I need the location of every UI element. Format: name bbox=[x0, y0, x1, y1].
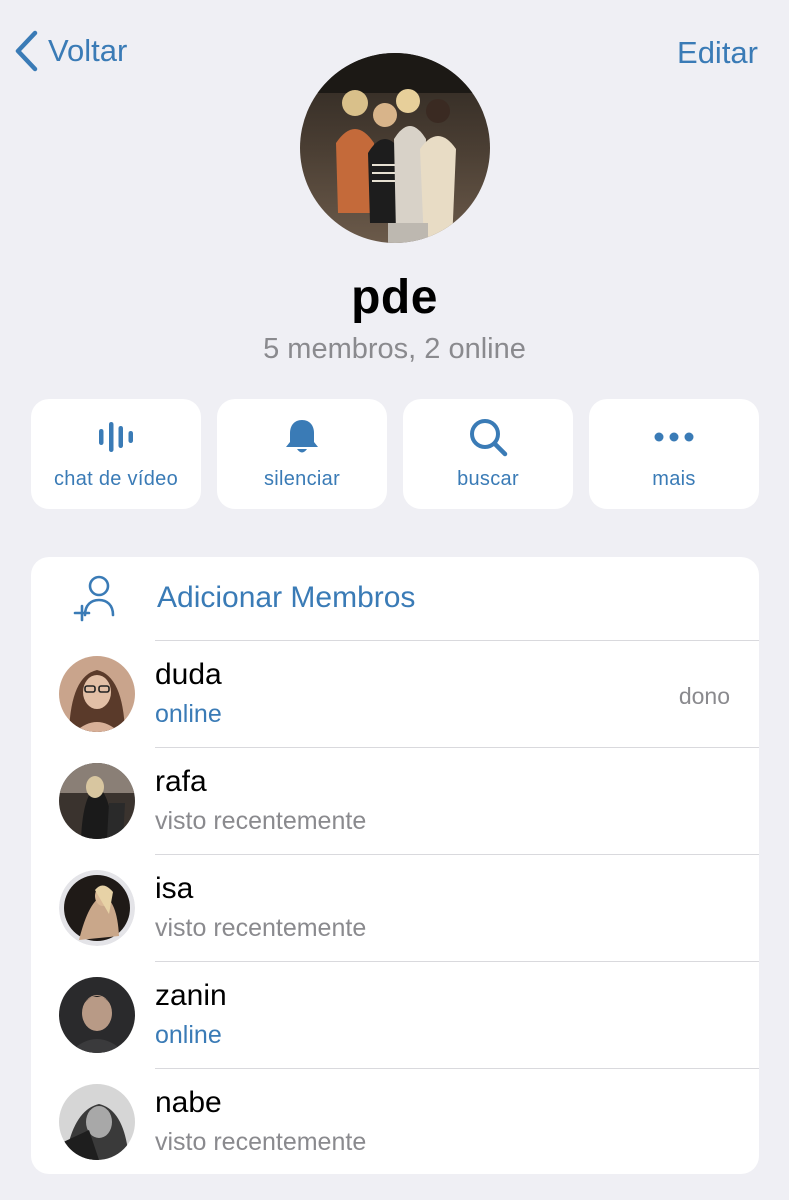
member-name: rafa bbox=[155, 765, 207, 798]
mute-label: silenciar bbox=[263, 468, 341, 490]
more-button[interactable]: mais bbox=[589, 399, 759, 509]
member-name: nabe bbox=[155, 1086, 222, 1119]
member-row-duda[interactable]: duda online dono bbox=[31, 641, 759, 747]
mute-button[interactable]: silenciar bbox=[217, 399, 387, 509]
member-name: duda bbox=[155, 658, 222, 691]
more-icon bbox=[654, 432, 694, 442]
member-name: isa bbox=[155, 872, 194, 905]
member-role-badge: dono bbox=[678, 683, 730, 709]
member-row-rafa[interactable]: rafa visto recentemente bbox=[31, 748, 759, 854]
member-row-nabe[interactable]: nabe visto recentemente bbox=[31, 1069, 759, 1174]
members-card: Adicionar Membros duda online dono rafa … bbox=[31, 557, 759, 1174]
add-members-button[interactable]: Adicionar Membros bbox=[31, 557, 759, 640]
chevron-left-icon bbox=[15, 30, 38, 72]
action-bar: chat de vídeo silenciar buscar mais bbox=[31, 399, 759, 509]
search-icon bbox=[470, 419, 508, 457]
avatar bbox=[59, 870, 135, 946]
member-status: visto recentemente bbox=[155, 807, 367, 835]
member-status: visto recentemente bbox=[155, 914, 367, 942]
avatar bbox=[59, 656, 135, 732]
back-button[interactable]: Voltar bbox=[14, 30, 127, 72]
member-name: zanin bbox=[155, 979, 227, 1012]
voice-chat-label: chat de vídeo bbox=[54, 468, 178, 490]
edit-button[interactable]: Editar bbox=[677, 35, 758, 71]
member-row-zanin[interactable]: zanin online bbox=[31, 962, 759, 1068]
more-label: mais bbox=[652, 468, 696, 490]
avatar bbox=[59, 977, 135, 1053]
voice-chat-button[interactable]: chat de vídeo bbox=[31, 399, 201, 509]
member-status: online bbox=[155, 700, 222, 728]
avatar bbox=[59, 763, 135, 839]
bell-icon bbox=[286, 420, 318, 453]
add-user-icon bbox=[73, 575, 115, 622]
add-members-label: Adicionar Membros bbox=[157, 581, 416, 614]
back-label: Voltar bbox=[48, 33, 128, 68]
avatar bbox=[59, 1084, 135, 1160]
search-button[interactable]: buscar bbox=[403, 399, 573, 509]
voice-chat-icon bbox=[99, 422, 133, 452]
group-avatar[interactable] bbox=[300, 53, 490, 243]
member-status: visto recentemente bbox=[155, 1128, 367, 1156]
search-label: buscar bbox=[457, 468, 519, 490]
group-subtitle: 5 membros, 2 online bbox=[263, 333, 526, 365]
member-row-isa[interactable]: isa visto recentemente bbox=[31, 855, 759, 961]
group-title: pde bbox=[351, 271, 438, 324]
member-status: online bbox=[155, 1021, 222, 1049]
